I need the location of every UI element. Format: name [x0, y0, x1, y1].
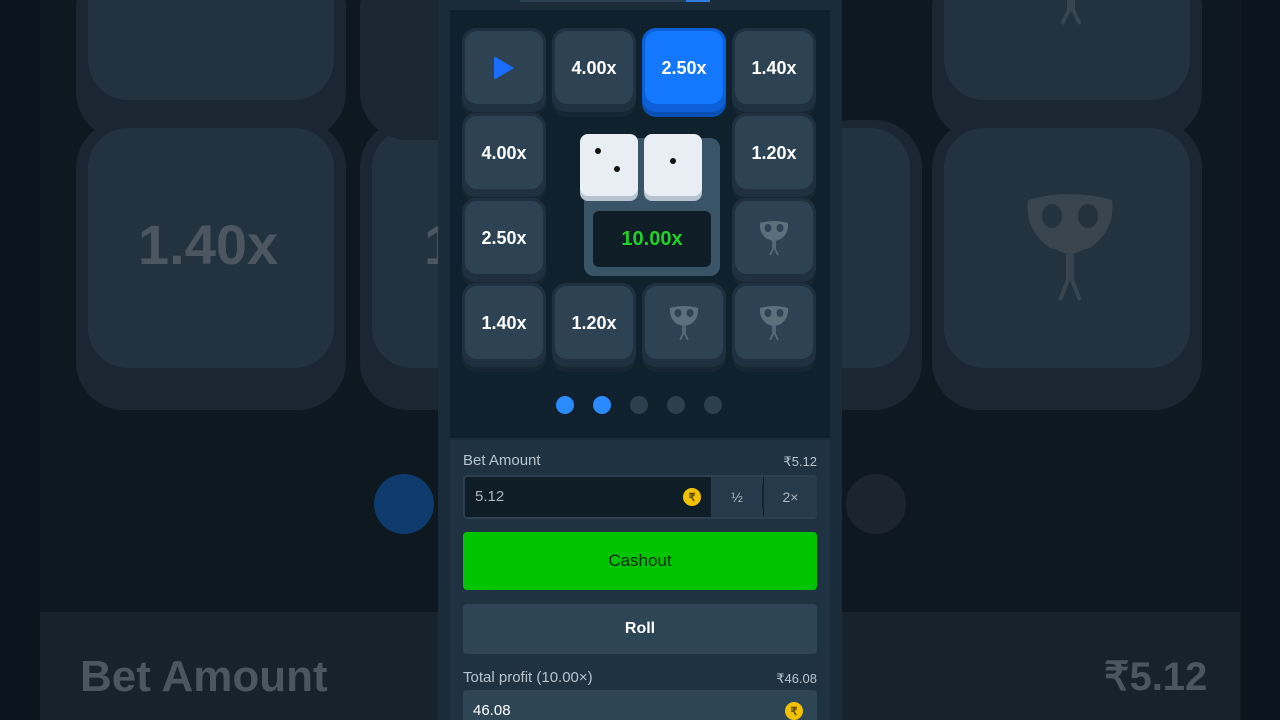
- bet-amount-field[interactable]: 5.12 ₹ ½ 2×: [463, 475, 817, 519]
- total-profit-label: Total profit (10.00×): [463, 669, 593, 686]
- tile-skull[interactable]: [732, 283, 816, 367]
- bg-pagination-dot: [374, 474, 434, 534]
- roll-button[interactable]: Roll: [463, 604, 817, 654]
- tile-label: 1.40x: [751, 57, 797, 78]
- pagination: [438, 395, 842, 415]
- skull-icon: [759, 221, 789, 256]
- tile-label: 2.50x: [481, 227, 527, 248]
- game-panel: 4.00x 2.50x 1.40x 4.00x 1.20x 2.50x 1.40…: [438, 0, 842, 720]
- tile-start[interactable]: [462, 28, 546, 112]
- skull-icon: [759, 306, 789, 341]
- tile[interactable]: 1.20x: [552, 283, 636, 367]
- tile[interactable]: 1.40x: [732, 28, 816, 112]
- total-profit-value: 46.08: [473, 702, 511, 719]
- top-tab-bar: [520, 0, 710, 2]
- die-right: [644, 134, 702, 196]
- tile[interactable]: 4.00x: [462, 113, 546, 197]
- cashout-button[interactable]: Cashout: [463, 532, 817, 590]
- bet-amount-value: 5.12: [475, 488, 505, 505]
- current-multiplier: 10.00x: [593, 211, 711, 267]
- game-screen: { "tiles": [ {"label": "", "icon": "play…: [0, 0, 1280, 720]
- bet-controls: Bet Amount ₹5.12 5.12 ₹ ½ 2× Cashout Rol…: [450, 440, 830, 720]
- bet-amount-label: Bet Amount: [463, 452, 541, 469]
- bg-skull-icon-top: [1060, 0, 1082, 25]
- double-bet-button[interactable]: 2×: [764, 477, 817, 517]
- tile-label: 4.00x: [481, 142, 527, 163]
- tile[interactable]: 1.40x: [462, 283, 546, 367]
- bg-tile-label: 1.40x: [138, 213, 279, 276]
- bg-pagination-dot: [846, 474, 906, 534]
- half-bet-button[interactable]: ½: [711, 477, 763, 517]
- bg-bet-label: Bet Amount: [80, 652, 328, 701]
- tile-label: 1.40x: [481, 312, 527, 333]
- bg-skull-icon: [1027, 194, 1113, 301]
- pagination-dot[interactable]: [704, 396, 722, 414]
- tile-label: 1.20x: [751, 142, 797, 163]
- tile-label: 2.50x: [661, 57, 707, 78]
- board: 4.00x 2.50x 1.40x 4.00x 1.20x 2.50x 1.40…: [450, 10, 830, 438]
- pagination-dot[interactable]: [630, 396, 648, 414]
- total-profit-amount: ₹46.08: [776, 671, 817, 686]
- tile-skull[interactable]: [642, 283, 726, 367]
- die-left: [580, 134, 638, 196]
- tile-label: 1.20x: [571, 312, 617, 333]
- pagination-dot[interactable]: [593, 396, 611, 414]
- play-icon: [494, 56, 514, 80]
- top-tab-indicator: [686, 0, 710, 2]
- tile[interactable]: 2.50x: [462, 198, 546, 282]
- tile-skull[interactable]: [732, 198, 816, 282]
- pagination-dot[interactable]: [556, 396, 574, 414]
- tile-active[interactable]: 2.50x: [642, 28, 726, 112]
- bg-tile-face: [88, 0, 334, 100]
- rupee-coin-icon: ₹: [785, 702, 803, 720]
- bg-balance: ₹5.12: [1104, 655, 1208, 699]
- bet-balance: ₹5.12: [783, 454, 817, 469]
- skull-icon: [669, 306, 699, 341]
- pagination-dot[interactable]: [667, 396, 685, 414]
- tile[interactable]: 4.00x: [552, 28, 636, 112]
- rupee-coin-icon: ₹: [683, 488, 701, 506]
- tile[interactable]: 1.20x: [732, 113, 816, 197]
- total-profit-field: 46.08 ₹: [463, 690, 817, 720]
- tile-label: 4.00x: [571, 57, 617, 78]
